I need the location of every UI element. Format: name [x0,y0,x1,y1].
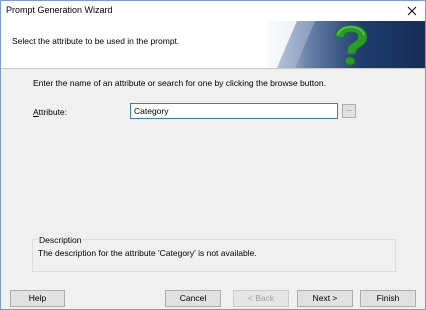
help-button[interactable]: Help [10,290,65,307]
back-button[interactable]: < Back [233,290,289,307]
window-title: Prompt Generation Wizard [6,5,113,15]
finish-button[interactable]: Finish [360,290,416,307]
next-button[interactable]: Next > [297,290,353,307]
description-legend: Description [38,235,83,245]
instruction-text: Enter the name of an attribute or search… [33,78,326,88]
wizard-step-subtitle: Select the attribute to be used in the p… [12,36,180,46]
description-text: The description for the attribute 'Categ… [38,248,257,258]
attribute-label-text: ttribute: [38,107,68,117]
close-icon [407,6,417,16]
attribute-label: Attribute: [33,107,67,117]
wizard-header: Select the attribute to be used in the p… [1,21,425,69]
description-group: Description The description for the attr… [32,235,396,272]
close-button[interactable] [399,1,425,21]
header-banner-graphic [267,21,425,68]
cancel-button[interactable]: Cancel [165,290,221,307]
wizard-dialog: Prompt Generation Wizard Select the attr… [0,0,426,310]
attribute-input[interactable] [130,103,338,119]
title-bar: Prompt Generation Wizard [1,1,425,21]
browse-button[interactable]: ... [342,104,356,118]
